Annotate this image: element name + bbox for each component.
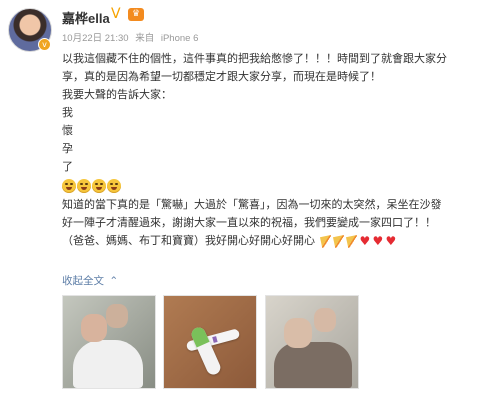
ending-icons: ♥ ♥ ♥ [319, 233, 397, 248]
post-line: 懷 [62, 124, 73, 137]
party-icon [345, 234, 359, 248]
pregnancy-test-photo[interactable] [163, 295, 257, 389]
family-photo[interactable] [265, 295, 359, 389]
heart-icon: ♥ [359, 233, 371, 248]
post-line: 好一陣子才清醒過來，謝謝大家一直以來的祝福，我們要變成一家四口了！！ [62, 216, 436, 229]
heart-icon: ♥ [372, 233, 384, 248]
party-icon [332, 234, 346, 248]
source-prefix: 来自 [135, 33, 155, 44]
post-body: 以我這個藏不住的個性，這件事真的把我給憋慘了！！！時間到了就會跟大家分 享，真的… [62, 50, 492, 250]
post-source[interactable]: iPhone 6 [161, 33, 199, 44]
laughing-emoji-icon [107, 179, 121, 193]
user-name[interactable]: 嘉桦ella [62, 8, 110, 27]
collapse-label[interactable]: 收起全文 [62, 275, 104, 287]
person-face [106, 304, 128, 328]
person-face [284, 318, 312, 348]
post-line: 我要大聲的告訴大家： [62, 88, 172, 101]
shirt-shape [274, 342, 352, 388]
post-date: 10月22日 21:30 [62, 33, 129, 44]
post-line: 知道的當下真的是「驚嚇」大過於「驚喜」，因為一切來的太突然，呆坐在沙發 [62, 198, 442, 211]
party-icon [319, 234, 333, 248]
post-line: 了 [62, 160, 73, 173]
shirt-shape [73, 340, 143, 388]
post-line-with-icons: （爸爸、媽媽、布丁和寶寶）我好開心好開心好開心 ♥ ♥ ♥ [62, 232, 492, 250]
laughing-emoji-icon [62, 179, 76, 193]
heart-icon: ♥ [385, 233, 397, 248]
post-line: （爸爸、媽媽、布丁和寶寶）我好開心好開心好開心 [62, 234, 315, 247]
post-meta: 10月22日 21:30 来自 iPhone 6 [62, 30, 202, 44]
collapse-full-text-link[interactable]: 收起全文 ⌃ [62, 273, 118, 288]
verified-badge-icon: v [38, 38, 51, 51]
laughing-emoji-icon [77, 179, 91, 193]
emoji-row [62, 176, 492, 196]
post-line: 我 [62, 106, 73, 119]
post-line: 以我這個藏不住的個性，這件事真的把我給憋慘了！！！時間到了就會跟大家分 [62, 52, 447, 65]
post-line: 孕 [62, 142, 73, 155]
person-face [81, 314, 107, 342]
couple-photo[interactable] [62, 295, 156, 389]
laughing-emoji-icon [92, 179, 106, 193]
photo-grid [62, 295, 440, 389]
verified-v-icon: V [111, 6, 121, 22]
member-crown-icon: ♛ [128, 8, 144, 21]
person-face [314, 308, 336, 332]
chevron-up-icon[interactable]: ⌃ [109, 275, 118, 287]
post-line: 享，真的是因為希望一切都穩定才跟大家分享，而現在是時候了！ [62, 70, 381, 83]
